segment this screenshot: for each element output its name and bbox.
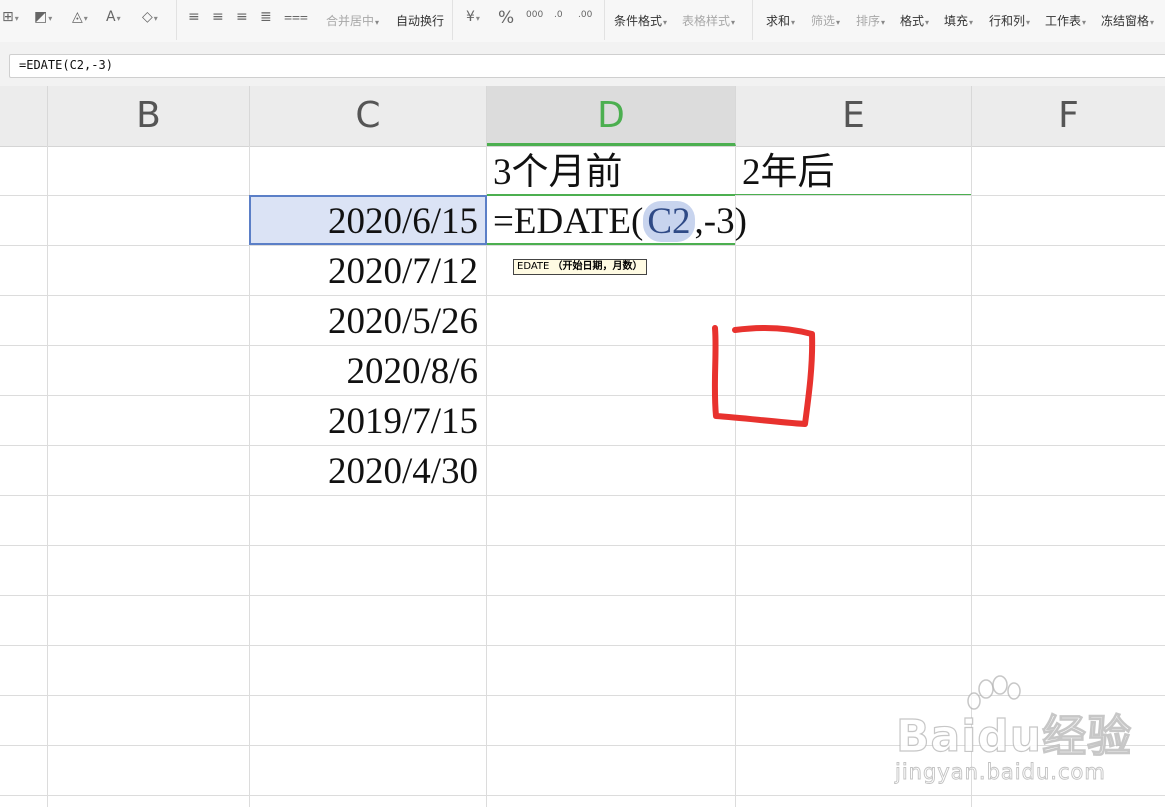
cell-c2[interactable]: 2020/6/15 (250, 195, 486, 245)
gridline (0, 795, 1165, 796)
red-highlight-annotation (711, 324, 816, 427)
decrease-decimal-icon[interactable]: .00 (578, 8, 592, 22)
fill-color-icon[interactable]: ◬▾ (72, 10, 88, 26)
merge-center-button[interactable]: 合并居中▾ (326, 12, 379, 29)
column-header-a[interactable] (0, 86, 48, 146)
watermark-brand: Baidu经验 (895, 710, 1133, 762)
gridline (0, 695, 1165, 696)
styles-group: 条件格式▾ 表格样式▾ (604, 0, 753, 40)
fill-button[interactable]: 填充▾ (944, 12, 973, 29)
gridline (0, 445, 1165, 446)
column-header-row: B C D E F (0, 86, 1165, 147)
cell-c7[interactable]: 2020/4/30 (250, 445, 486, 495)
column-header-f[interactable]: F (972, 86, 1165, 146)
gridline (0, 645, 1165, 646)
gridline (0, 395, 1165, 396)
cell-e1[interactable]: 2年后 (736, 146, 971, 196)
cell-c3[interactable]: 2020/7/12 (250, 245, 486, 295)
number-group: ¥▾ % 000 .0 .00 (452, 0, 605, 40)
gridline (0, 545, 1165, 546)
borders-icon[interactable]: ⊞▾ (2, 10, 19, 26)
in-cell-formula-editor[interactable]: =EDATE(C2 ,-3) (493, 195, 747, 245)
gridline (0, 595, 1165, 596)
increase-decimal-icon[interactable]: .0 (554, 8, 563, 22)
gridline (0, 295, 1165, 296)
cell-style-icon[interactable]: ◩▾ (34, 10, 52, 26)
filter-button[interactable]: 筛选▾ (811, 12, 840, 29)
font-color-icon[interactable]: A▾ (106, 10, 121, 26)
column-header-e[interactable]: E (736, 86, 972, 146)
sum-button[interactable]: 求和▾ (766, 12, 795, 29)
cell-c4[interactable]: 2020/5/26 (250, 295, 486, 345)
formula-input[interactable]: =EDATE(C2,-3) (9, 54, 1165, 78)
align-center-icon[interactable]: ≡ (212, 10, 224, 24)
cell-c5[interactable]: 2020/8/6 (250, 345, 486, 395)
conditional-format-button[interactable]: 条件格式▾ (614, 12, 667, 29)
column-header-d[interactable]: D (487, 86, 736, 146)
formula-suffix: ,-3) (694, 201, 747, 242)
formula-reference-c2[interactable]: C2 (643, 201, 695, 242)
tooltip-function-name: EDATE (517, 261, 550, 272)
column-header-b[interactable]: B (48, 86, 250, 146)
function-hint-tooltip: EDATE （开始日期，月数） (513, 259, 647, 275)
distributed-icon[interactable]: ⩶ (284, 10, 308, 24)
justify-icon[interactable]: ≣ (260, 10, 272, 24)
gridline (0, 245, 1165, 246)
cell-d1[interactable]: 3个月前 (487, 146, 735, 196)
row-column-button[interactable]: 行和列▾ (989, 12, 1030, 29)
formula-bar: =EDATE(C2,-3) (0, 42, 1165, 86)
gridline (0, 495, 1165, 496)
column-header-c[interactable]: C (250, 86, 487, 146)
align-left-icon[interactable]: ≡ (188, 10, 200, 24)
editing-group: 求和▾ 筛选▾ 排序▾ 格式▾ 填充▾ 行和列▾ 工作表▾ 冻结窗格▾ (752, 0, 1165, 40)
wrap-text-button[interactable]: 自动换行 (396, 12, 444, 29)
formula-prefix: =EDATE( (493, 201, 644, 242)
formula-text: =EDATE(C2,-3) (19, 58, 113, 72)
align-right-icon[interactable]: ≡ (236, 10, 248, 24)
sort-button[interactable]: 排序▾ (856, 12, 885, 29)
format-button[interactable]: 格式▾ (900, 12, 929, 29)
watermark-url: jingyan.baidu.com (895, 760, 1106, 785)
cell-c6[interactable]: 2019/7/15 (250, 395, 486, 445)
alignment-group: ≡ ≡ ≡ ≣ ⩶ 合并居中▾ 自动换行 (176, 0, 453, 40)
percent-button[interactable]: % (498, 8, 514, 28)
clear-format-icon[interactable]: ◇▾ (142, 10, 158, 26)
font-group: ⊞▾ ◩▾ ◬▾ A▾ ◇▾ (0, 0, 177, 40)
table-style-button[interactable]: 表格样式▾ (682, 12, 735, 29)
gridline (0, 345, 1165, 346)
tooltip-arguments: （开始日期，月数） (552, 261, 643, 272)
worksheet-button[interactable]: 工作表▾ (1045, 12, 1086, 29)
thousands-icon[interactable]: 000 (526, 8, 543, 22)
currency-icon[interactable]: ¥▾ (466, 10, 480, 26)
freeze-panes-button[interactable]: 冻结窗格▾ (1101, 12, 1154, 29)
ribbon-toolbar: ⊞▾ ◩▾ ◬▾ A▾ ◇▾ ≡ ≡ ≡ ≣ ⩶ 合并居中▾ 自动换行 ¥▾ %… (0, 0, 1165, 43)
